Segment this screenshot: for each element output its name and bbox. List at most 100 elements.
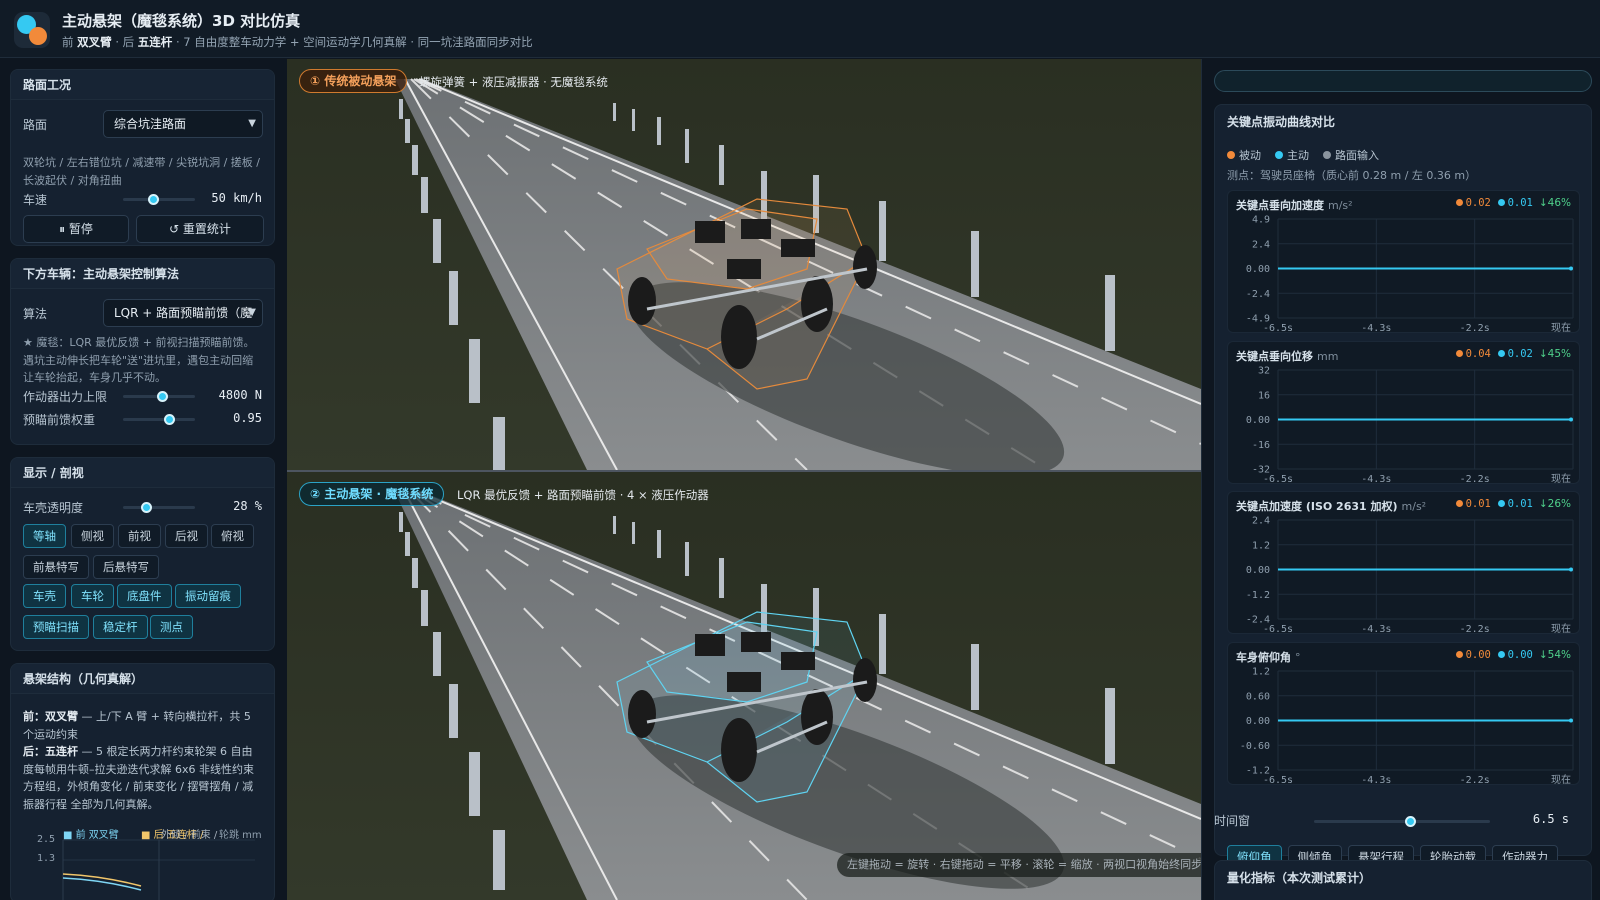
- y-tick-label: 2.4: [1252, 239, 1270, 250]
- ff-slider[interactable]: [123, 414, 195, 425]
- x-tick-label: 现在: [1551, 774, 1571, 786]
- y-tick-label: 0.00: [1246, 716, 1270, 727]
- chart-plot: 32160.00-16-32-6.5s -4.3s -2.2s 现在: [1246, 366, 1574, 485]
- legend-passive: 被动: [1227, 147, 1261, 163]
- x-tick-label: -6.5s: [1263, 323, 1293, 334]
- algo-select[interactable]: LQR + 路面预瞄前馈（魔 ▼: [103, 299, 263, 327]
- timewin-value: 6.5 s: [1532, 812, 1569, 826]
- metrics-title: 量化指标（本次测试累计）: [1227, 871, 1372, 885]
- y-tick-label: 0.00: [1246, 415, 1270, 426]
- y-tick-label: -1.2: [1246, 590, 1270, 601]
- layer-2-toggle[interactable]: 底盘件: [117, 584, 172, 608]
- timewin-slider-knob[interactable]: [1405, 816, 1417, 827]
- road-card-title: 路面工况: [11, 70, 274, 100]
- y-tick-label: 1.2: [1252, 540, 1270, 551]
- ff-slider-row: 预瞄前馈权重 0.95: [23, 410, 262, 428]
- layer-6-toggle[interactable]: 测点: [150, 615, 193, 639]
- probe-point: 测点：驾驶员座椅（质心前 0.28 m / 左 0.36 m）: [1227, 169, 1477, 182]
- viewport-area[interactable]: ① 传统被动悬架 螺旋弹簧 + 液压减振器 · 无魔毯系统 ② 主动悬架 · 魔…: [287, 59, 1201, 900]
- x-tick-label: 现在: [1551, 623, 1571, 635]
- opacity-slider[interactable]: [123, 502, 195, 513]
- mini-chart-plot: [62, 839, 255, 900]
- viewport-passive[interactable]: ① 传统被动悬架 螺旋弹簧 + 液压减振器 · 无魔毯系统: [287, 59, 1201, 470]
- x-tick-label: -2.2s: [1460, 323, 1490, 334]
- view-4-button[interactable]: 俯视: [211, 524, 254, 548]
- left-panel: 路面工况 路面 综合坑洼路面 ▼ 双轮坑 / 左右错位坑 / 减速带 / 尖锐坑洞…: [0, 59, 287, 900]
- curves-legend: 被动 主动 路面输入: [1227, 147, 1379, 163]
- speed-value: 50 km/h: [211, 191, 262, 205]
- x-tick-label: -4.3s: [1361, 624, 1391, 635]
- view-1-button[interactable]: 侧视: [71, 524, 114, 548]
- road-select[interactable]: 综合坑洼路面 ▼: [103, 110, 263, 138]
- opacity-value: 28 %: [233, 499, 262, 513]
- opacity-slider-row: 车壳透明度 28 %: [23, 498, 262, 516]
- current-point: [1569, 567, 1573, 572]
- display-card-title: 显示 / 剖视: [11, 458, 274, 488]
- timewin-slider[interactable]: [1314, 816, 1490, 827]
- active-tag: ② 主动悬架 · 魔毯系统: [299, 482, 445, 506]
- view-2-button[interactable]: 前视: [118, 524, 161, 548]
- chevron-down-icon: ▼: [248, 307, 256, 318]
- ff-value: 0.95: [233, 411, 262, 425]
- y-tick-label: 32: [1258, 366, 1270, 377]
- speed-slider-knob[interactable]: [147, 194, 159, 205]
- speed-slider[interactable]: [123, 194, 195, 205]
- curves-title: 关键点振动曲线对比: [1227, 115, 1336, 129]
- force-slider-knob[interactable]: [157, 391, 169, 402]
- view-6-button[interactable]: 后悬特写: [93, 555, 159, 579]
- force-value: 4800 N: [218, 388, 262, 402]
- current-point: [1569, 417, 1573, 422]
- y-tick-label: 0.00: [1246, 264, 1270, 275]
- x-tick-label: -6.5s: [1263, 775, 1293, 786]
- road-card: 路面工况 路面 综合坑洼路面 ▼ 双轮坑 / 左右错位坑 / 减速带 / 尖锐坑洞…: [10, 69, 275, 246]
- passive-description: 螺旋弹簧 + 液压减振器 · 无魔毯系统: [419, 75, 608, 89]
- layer-1-toggle[interactable]: 车轮: [71, 584, 114, 608]
- layer-0-toggle[interactable]: 车壳: [23, 584, 66, 608]
- algo-description: ★ 魔毯：LQR 最优反馈 + 前视扫描预瞄前馈。遇坑主动伸长把车轮"送"进坑里…: [23, 336, 255, 384]
- reset-stats-button[interactable]: ↺ 重置统计: [136, 215, 264, 243]
- force-label: 作动器出力上限: [23, 390, 108, 404]
- right-panel: 关键点振动曲线对比 被动 主动 路面输入 测点：驾驶员座椅（质心前 0.28 m…: [1201, 59, 1600, 900]
- layer-4-toggle[interactable]: 预瞄扫描: [23, 615, 89, 639]
- pause-button[interactable]: ⏸ 暂停: [23, 215, 129, 243]
- app-header: 主动悬架（魔毯系统）3D 对比仿真 前 双叉臂 · 后 五连杆 · 7 自由度整…: [0, 0, 1600, 58]
- view-0-button[interactable]: 等轴: [23, 524, 66, 548]
- x-tick-label: -4.3s: [1361, 323, 1391, 334]
- force-slider[interactable]: [123, 391, 195, 402]
- structure-description: 前：双叉臂 — 上/下 A 臂 + 转向横拉杆，共 5 个运动约束 后：五连杆 …: [23, 710, 254, 811]
- chart-plot: 4.92.40.00-2.4-4.9-6.5s -4.3s -2.2s 现在: [1246, 215, 1574, 334]
- curve-chart-3: 车身俯仰角 ° 0.00 0.00 ↓54% 1.2 0.60 0.00 -0.60 -1.2-…: [1227, 642, 1580, 786]
- x-tick-label: -2.2s: [1460, 474, 1490, 485]
- metrics-card: 量化指标（本次测试累计）: [1214, 860, 1592, 900]
- y-tick-label: 16: [1258, 390, 1270, 401]
- current-point: [1569, 718, 1573, 723]
- control-card-title: 下方车辆：主动悬架控制算法: [11, 259, 274, 289]
- road-description: 双轮坑 / 左右错位坑 / 减速带 / 尖锐坑洞 / 搓板 / 长波起伏 / 对…: [23, 156, 260, 187]
- speed-label: 车速: [23, 193, 48, 207]
- y-tick-label: -0.60: [1240, 741, 1270, 752]
- layer-3-toggle[interactable]: 振动留痕: [175, 584, 241, 608]
- x-tick-label: -6.5s: [1263, 624, 1293, 635]
- speed-slider-row: 车速 50 km/h: [23, 190, 262, 208]
- y-tick-label: -16: [1252, 440, 1270, 451]
- structure-card: 悬架结构（几何真解） 前：双叉臂 — 上/下 A 臂 + 转向横拉杆，共 5 个…: [10, 663, 275, 900]
- display-card: 显示 / 剖视 车壳透明度 28 % 等轴 侧视 前视 后视 俯视前悬特写 后悬特写 车壳…: [10, 457, 275, 651]
- curve-chart-2: 关键点加速度 (ISO 2631 加权) m/s² 0.01 0.01 ↓26% 2.4…: [1227, 491, 1580, 635]
- curve-chart-0: 关键点垂向加速度 m/s² 0.02 0.01 ↓46% 4.9 2.4 0.00 -2.4-…: [1227, 190, 1580, 334]
- geometry-mini-chart: ■ 前 双叉臂 ■ 后 五连杆 / 外倾 / 前束 / 轮跳 mm 2.5 1.…: [23, 820, 266, 900]
- view-3-button[interactable]: 后视: [165, 524, 208, 548]
- curves-card: 关键点振动曲线对比 被动 主动 路面输入 测点：驾驶员座椅（质心前 0.28 m…: [1214, 104, 1592, 869]
- force-slider-row: 作动器出力上限 4800 N: [23, 387, 262, 405]
- ff-slider-knob[interactable]: [164, 414, 176, 425]
- y-tick-label: 2.4: [1252, 516, 1270, 527]
- view-5-button[interactable]: 前悬特写: [23, 555, 89, 579]
- x-tick-label: -6.5s: [1263, 474, 1293, 485]
- app-title: 主动悬架（魔毯系统）3D 对比仿真: [62, 12, 301, 30]
- app-logo: [14, 12, 50, 48]
- x-tick-label: -2.2s: [1460, 624, 1490, 635]
- current-point: [1569, 266, 1573, 271]
- x-tick-label: 现在: [1551, 473, 1571, 485]
- layer-5-toggle[interactable]: 稳定杆: [93, 615, 148, 639]
- opacity-slider-knob[interactable]: [140, 502, 152, 513]
- viewport-active[interactable]: ② 主动悬架 · 魔毯系统 LQR 最优反馈 + 路面预瞄前馈 · 4 × 液压…: [287, 472, 1201, 900]
